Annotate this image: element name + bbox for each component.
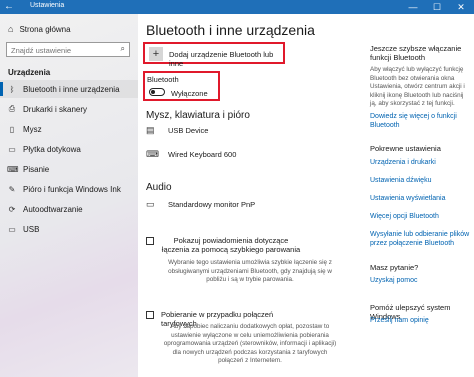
usb-icon: ▭ bbox=[8, 224, 16, 234]
sidebar-item-mouse[interactable]: ▯ Mysz bbox=[0, 120, 138, 138]
mouse-icon: ▯ bbox=[9, 124, 15, 134]
sidebar-item-printers[interactable]: ⎙ Drukarki i skanery bbox=[0, 100, 138, 118]
toggle-knob bbox=[151, 89, 155, 94]
sidebar-item-pen[interactable]: ✎ Pióro i funkcja Windows Ink bbox=[0, 180, 138, 198]
bluetooth-icon: ᛒ bbox=[9, 84, 15, 94]
add-device-button[interactable]: + Dodaj urządzenie Bluetooth lub inne bbox=[143, 42, 285, 68]
printer-icon: ⎙ bbox=[8, 104, 16, 113]
sidebar-item-touchpad[interactable]: ▭ Płytka dotykowa bbox=[0, 140, 138, 158]
plus-icon: + bbox=[149, 47, 163, 61]
main-content: Bluetooth i inne urządzenia + Dodaj urzą… bbox=[138, 14, 354, 377]
monitor-icon: ▭ bbox=[146, 199, 155, 209]
bluetooth-toggle-group: Bluetooth Wyłączone bbox=[143, 71, 220, 101]
close-button[interactable]: ✕ bbox=[450, 0, 472, 14]
device-item[interactable]: ▭ Standardowy monitor PnP bbox=[146, 199, 255, 210]
sidebar-item-label: Pisanie bbox=[23, 164, 50, 174]
back-arrow-icon[interactable]: ← bbox=[4, 1, 14, 12]
sidebar-item-label: Mysz bbox=[23, 124, 42, 134]
tip-text: Aby włączyć lub wyłączyć funkcję Bluetoo… bbox=[370, 66, 465, 107]
device-item[interactable]: ▤ USB Device bbox=[146, 125, 208, 136]
sidebar-item-autoplay[interactable]: ⟳ Autoodtwarzanie bbox=[0, 200, 138, 218]
group-title-input: Mysz, klawiatura i pióro bbox=[146, 110, 250, 121]
home-icon: ⌂ bbox=[8, 24, 14, 34]
keyboard-icon: ⌨ bbox=[146, 149, 159, 159]
help-title: Masz pytanie? bbox=[370, 263, 419, 272]
sidebar-item-label: Bluetooth i inne urządzenia bbox=[23, 84, 120, 94]
maximize-button[interactable]: ☐ bbox=[426, 0, 448, 14]
swift-pair-label: Pokazuj powiadomienia dotyczące łączenia… bbox=[161, 236, 301, 254]
add-device-label: Dodaj urządzenie Bluetooth lub inne bbox=[169, 50, 274, 68]
pen-icon: ✎ bbox=[8, 184, 16, 194]
device-name: Wired Keyboard 600 bbox=[168, 150, 237, 159]
touchpad-icon: ▭ bbox=[8, 144, 16, 154]
device-item[interactable]: ⌨ Wired Keyboard 600 bbox=[146, 149, 236, 160]
tip-link[interactable]: Dowiedz się więcej o funkcji Bluetooth bbox=[370, 112, 470, 130]
related-settings-title: Pokrewne ustawienia bbox=[370, 144, 441, 153]
window-title: Ustawienia bbox=[30, 2, 65, 9]
related-link-display[interactable]: Ustawienia wyświetlania bbox=[370, 194, 470, 203]
sidebar-item-label: Płytka dotykowa bbox=[23, 144, 81, 154]
right-panel: Jeszcze szybsze włączanie funkcji Blueto… bbox=[364, 14, 474, 377]
device-name: USB Device bbox=[168, 126, 209, 135]
bluetooth-state: Wyłączone bbox=[171, 89, 208, 98]
search-input[interactable] bbox=[11, 45, 111, 55]
related-link-bluetooth-options[interactable]: Więcej opcji Bluetooth bbox=[370, 212, 470, 221]
keyboard-icon: ⌨ bbox=[7, 164, 19, 174]
usb-device-icon: ▤ bbox=[146, 125, 155, 135]
sidebar-item-usb[interactable]: ▭ USB bbox=[0, 220, 138, 238]
feedback-link[interactable]: Prześlij nam opinię bbox=[370, 316, 470, 325]
minimize-button[interactable]: — bbox=[402, 0, 424, 14]
bluetooth-toggle[interactable] bbox=[149, 88, 165, 96]
swift-pair-checkbox[interactable] bbox=[146, 237, 154, 245]
metered-checkbox[interactable] bbox=[146, 311, 154, 319]
sidebar-item-label: Autoodtwarzanie bbox=[23, 204, 83, 214]
swift-pair-checkbox-row[interactable]: Pokazuj powiadomienia dotyczące łączenia… bbox=[146, 236, 301, 254]
search-icon[interactable]: ⌕ bbox=[121, 44, 125, 54]
tip-title: Jeszcze szybsze włączanie funkcji Blueto… bbox=[370, 44, 462, 62]
bluetooth-label: Bluetooth bbox=[147, 75, 179, 84]
swift-pair-description: Wybranie tego ustawienia umożliwia szybk… bbox=[168, 259, 332, 283]
home-nav-item[interactable]: ⌂ Strona główna bbox=[8, 24, 71, 34]
title-bar: ← Ustawienia — ☐ ✕ bbox=[0, 0, 474, 14]
sidebar-section-title: Urządzenia bbox=[8, 68, 51, 77]
sidebar-item-label: USB bbox=[23, 224, 40, 234]
help-link[interactable]: Uzyskaj pomoc bbox=[370, 276, 470, 285]
sidebar: ⌂ Strona główna ⌕ Urządzenia ᛒ Bluetooth… bbox=[0, 14, 138, 377]
autoplay-icon: ⟳ bbox=[8, 204, 16, 214]
group-title-audio: Audio bbox=[146, 182, 172, 193]
page-title: Bluetooth i inne urządzenia bbox=[146, 22, 315, 38]
sidebar-item-typing[interactable]: ⌨ Pisanie bbox=[0, 160, 138, 178]
sidebar-item-bluetooth[interactable]: ᛒ Bluetooth i inne urządzenia bbox=[0, 80, 138, 98]
related-link-sound[interactable]: Ustawienia dźwięku bbox=[370, 176, 470, 185]
metered-description: Aby zapobiec naliczaniu dodatkowych opła… bbox=[163, 323, 337, 364]
sidebar-item-label: Drukarki i skanery bbox=[23, 104, 88, 114]
sidebar-item-label: Pióro i funkcja Windows Ink bbox=[23, 184, 121, 194]
related-link-send-receive[interactable]: Wysyłanie lub odbieranie plików przez po… bbox=[370, 230, 470, 248]
search-box[interactable]: ⌕ bbox=[6, 42, 130, 57]
related-link-devices-printers[interactable]: Urządzenia i drukarki bbox=[370, 158, 470, 167]
device-name: Standardowy monitor PnP bbox=[168, 200, 256, 209]
home-label: Strona główna bbox=[19, 24, 71, 34]
